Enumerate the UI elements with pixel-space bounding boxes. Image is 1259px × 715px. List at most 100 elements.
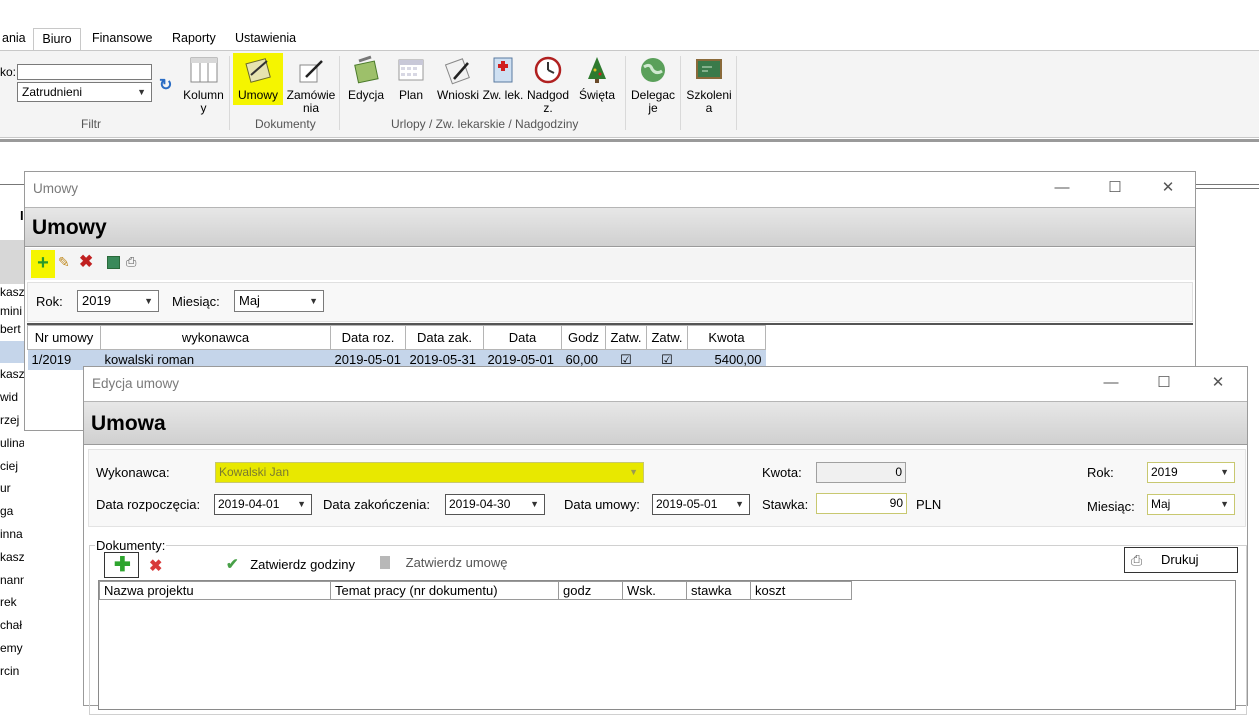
column-header[interactable]: Godz [561,325,606,350]
bg-line [0,184,25,185]
tab-ustawienia[interactable]: Ustawienia [233,28,298,50]
list-item[interactable]: rzej [0,409,24,432]
list-item[interactable]: emy [0,637,24,660]
list-item[interactable]: kasz [0,281,24,304]
data-zakonczenia-picker[interactable]: 2019-04-30 ▼ [445,494,545,515]
list-item[interactable]: rcin [0,660,24,683]
bg-line [1196,188,1259,189]
minimize-icon[interactable]: — [1101,373,1121,393]
edit-pencil-icon[interactable]: ✎ [58,254,70,271]
list-item[interactable]: ga [0,500,24,523]
chevron-down-icon: ▼ [530,499,539,509]
miesiac-select[interactable]: Maj ▼ [234,290,324,312]
filter-status-select[interactable]: Zatrudnieni ▼ [17,82,152,102]
column-header[interactable]: koszt [750,581,852,600]
wnioski-button[interactable]: Wnioski [435,55,481,102]
column-header[interactable]: Temat pracy (nr dokumentu) [330,581,559,600]
close-icon[interactable]: ✕ [1208,373,1228,393]
szkolenia-button[interactable]: Szkoleni a [684,55,734,115]
column-header[interactable]: Data [483,325,562,350]
list-item[interactable]: rek [0,591,24,614]
umowy-filter-bar: Rok: 2019 ▼ Miesiąc: Maj ▼ [27,282,1193,322]
list-item[interactable]: kasz [0,363,24,386]
umowy-button[interactable]: Umowy [233,53,283,105]
stawka-field[interactable]: 90 [816,493,907,514]
list-item[interactable] [0,340,24,364]
column-header[interactable]: wykonawca [100,325,331,350]
rok-select[interactable]: 2019 ▼ [1147,462,1235,483]
delegacje-button[interactable]: Delegac je [629,55,677,115]
data-rozpoczecia-picker[interactable]: 2019-04-01 ▼ [214,494,312,515]
data-zakonczenia-label: Data zakończenia: [323,497,430,512]
edycja-window-titlebar: Edycja umowy [84,367,1247,401]
list-item[interactable]: inna [0,523,24,546]
column-header[interactable]: Kwota [687,325,766,350]
plan-button[interactable]: Plan [394,55,428,102]
column-header[interactable]: Data roz. [330,325,406,350]
column-header[interactable]: Zatw. [646,325,688,350]
add-icon[interactable]: + [31,250,55,278]
rok-select-value: 2019 [82,293,111,308]
maximize-icon[interactable]: ☐ [1154,373,1174,393]
tab-biuro[interactable]: Biuro [33,28,81,50]
miesiac-select[interactable]: Maj ▼ [1147,494,1235,515]
list-item[interactable]: ulina [0,432,24,455]
delete-icon[interactable]: ✖ [149,556,162,576]
list-item[interactable]: kasz [0,546,24,569]
column-header[interactable]: Nr umowy [27,325,101,350]
list-item[interactable]: ur [0,477,24,500]
swieta-button[interactable]: Święta [576,55,618,102]
tab-finansowe[interactable]: Finansowe [90,28,154,50]
column-header[interactable]: Data zak. [405,325,484,350]
column-header[interactable]: godz [558,581,623,600]
zamowienia-label: Zamówie nia [286,88,336,115]
umowy-banner: Umowy [25,207,1195,247]
column-header[interactable]: Wsk. [622,581,687,600]
zatwierdz-umowe-button[interactable]: Zatwierdz umowę [380,555,508,575]
list-item[interactable]: nann [0,569,24,592]
chevron-down-icon: ▼ [297,499,306,509]
swieta-label: Święta [578,88,616,102]
column-header[interactable]: Nazwa projektu [99,581,331,600]
document-icon [380,556,390,569]
maximize-icon[interactable]: ☐ [1105,178,1125,198]
list-item[interactable]: wid [0,386,24,409]
refresh-icon[interactable]: ↻ [159,75,172,95]
close-icon[interactable]: ✕ [1158,178,1178,198]
order-pen-icon [299,60,323,83]
column-header[interactable]: stawka [686,581,751,600]
request-icon [444,58,470,85]
list-item[interactable]: bert [0,318,24,341]
nadgodziny-button[interactable]: Nadgod z. [526,55,570,115]
delete-icon[interactable]: ✖ [79,252,93,272]
print-icon[interactable]: ⎙ [126,254,136,270]
data-umowy-picker[interactable]: 2019-05-01 ▼ [652,494,750,515]
ribbon-divider [0,139,1259,142]
rok-label: Rok: [36,294,63,309]
zatwierdz-godziny-label: Zatwierdz godziny [250,557,355,572]
list-item[interactable]: ciej [0,455,24,478]
filter-search-input[interactable] [17,64,152,80]
minimize-icon[interactable]: — [1052,178,1072,198]
stawka-label: Stawka: [762,497,809,512]
kolumny-button[interactable]: Kolumn y [181,55,226,115]
umowy-window-titlebar: Umowy [25,172,1195,206]
drukuj-button[interactable]: ⎙ Drukuj [1124,547,1238,573]
drukuj-label: Drukuj [1161,552,1199,567]
export-icon[interactable] [107,256,120,269]
rok-select[interactable]: 2019 ▼ [77,290,159,312]
list-item[interactable]: chał [0,614,24,637]
wykonawca-select[interactable]: Kowalski Jan ▼ [215,462,644,483]
zatwierdz-godziny-button[interactable]: ✔ Zatwierdz godziny [226,555,355,575]
chevron-down-icon: ▼ [144,296,153,306]
tab-raporty[interactable]: Raporty [170,28,218,50]
list-item[interactable]: mini [0,304,24,318]
checkmark-icon: ✔ [226,556,239,573]
rok-label: Rok: [1087,465,1114,480]
column-header[interactable]: Zatw. [605,325,647,350]
zamowienia-button[interactable]: Zamówie nia [286,55,336,115]
group-label-filtr: Filtr [81,117,101,131]
tab-ania[interactable]: ania [0,28,28,50]
zw-lek-button[interactable]: Zw. lek. [482,55,524,102]
edycja-button[interactable]: Edycja [344,55,388,102]
